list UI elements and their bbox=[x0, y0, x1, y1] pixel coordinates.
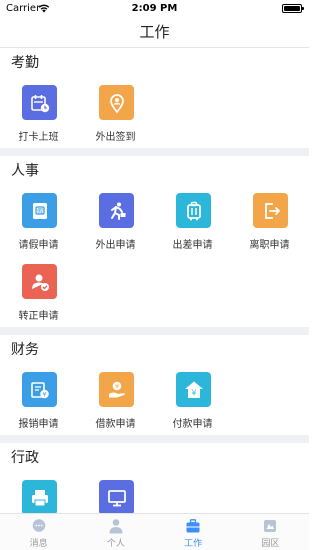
exit-door-icon bbox=[253, 193, 288, 228]
leave-form-icon: 假 bbox=[22, 193, 57, 228]
navigation-bar: 工作 bbox=[0, 18, 309, 48]
app-item[interactable]: 转正申请 bbox=[0, 256, 77, 327]
tab-label: 个人 bbox=[106, 539, 125, 549]
monitor-icon bbox=[99, 480, 134, 513]
app-item[interactable]: 打卡上班 bbox=[0, 77, 77, 148]
svg-text:¥: ¥ bbox=[115, 383, 119, 390]
status-bar: Carrier 2:09 PM bbox=[0, 0, 309, 18]
app-item-label: 请假申请 bbox=[18, 240, 59, 251]
section-title: 人事 bbox=[11, 163, 39, 179]
app-item[interactable]: ¥ 报销申请 bbox=[0, 364, 77, 435]
svg-text:假: 假 bbox=[36, 207, 42, 215]
app-item-label: 转正申请 bbox=[18, 311, 59, 322]
section-title: 考勤 bbox=[11, 55, 39, 71]
running-person-icon bbox=[99, 193, 134, 228]
person-icon bbox=[109, 519, 123, 534]
receipt-icon: ¥ bbox=[22, 372, 57, 407]
section-title: 财务 bbox=[11, 342, 39, 358]
location-pin-icon bbox=[99, 85, 134, 120]
app-item[interactable]: 外出申请 bbox=[77, 185, 154, 256]
section-divider bbox=[0, 148, 309, 156]
app-item-label: 打卡上班 bbox=[18, 132, 59, 143]
app-item-label: 付款申请 bbox=[172, 419, 213, 430]
calendar-clock-icon bbox=[22, 85, 57, 120]
user-check-icon bbox=[22, 264, 57, 299]
briefcase-icon bbox=[186, 519, 200, 533]
section-divider bbox=[0, 435, 309, 443]
app-item-label: 出差申请 bbox=[172, 240, 213, 251]
section-title: 行政 bbox=[11, 450, 39, 466]
app-item-label: 借款申请 bbox=[95, 419, 136, 430]
hand-coin-icon: ¥ bbox=[99, 372, 134, 407]
chat-bubble-icon bbox=[32, 519, 45, 532]
app-item[interactable]: ¥ 借款申请 bbox=[77, 364, 154, 435]
app-item[interactable] bbox=[77, 472, 154, 513]
app-item-label: 离职申请 bbox=[249, 240, 290, 251]
tab-label: 园区 bbox=[261, 539, 280, 549]
section-grid: 打卡上班 外出签到 bbox=[0, 77, 309, 148]
app-item-label: 外出签到 bbox=[95, 132, 136, 143]
app-item[interactable]: 出差申请 bbox=[154, 185, 231, 256]
section-divider bbox=[0, 327, 309, 335]
app-item[interactable]: 离职申请 bbox=[231, 185, 308, 256]
app-item[interactable] bbox=[0, 472, 77, 513]
app-item-label: 报销申请 bbox=[18, 419, 59, 430]
tab-label: 工作 bbox=[184, 539, 203, 549]
section-grid: ¥ 报销申请 ¥ 借款申请 ¥ 付款申请 bbox=[0, 364, 309, 435]
battery-icon bbox=[282, 4, 304, 13]
svg-text:¥: ¥ bbox=[191, 388, 196, 397]
yen-house-icon: ¥ bbox=[176, 372, 211, 407]
svg-text:¥: ¥ bbox=[42, 391, 46, 398]
app-item[interactable]: ¥ 付款申请 bbox=[154, 364, 231, 435]
app-item-label: 外出申请 bbox=[95, 240, 136, 251]
section-grid bbox=[0, 472, 309, 513]
tab-label: 消息 bbox=[29, 539, 48, 549]
tab-item[interactable]: 工作 bbox=[155, 514, 232, 550]
tab-item[interactable]: 消息 bbox=[0, 514, 77, 550]
tab-item[interactable]: 园区 bbox=[232, 514, 309, 550]
tab-item[interactable]: 个人 bbox=[77, 514, 154, 550]
work-content[interactable]: 考勤 打卡上班 外出签到 人事假请假申请 外出申请 出差申请 离职申请 转正申请 财务 ¥ 报销申请… bbox=[0, 48, 309, 513]
suitcase-icon bbox=[176, 193, 211, 228]
park-icon bbox=[264, 520, 277, 532]
app-item[interactable]: 外出签到 bbox=[77, 77, 154, 148]
clock: 2:09 PM bbox=[131, 3, 178, 14]
printer-icon bbox=[22, 480, 57, 513]
page-title: 工作 bbox=[139, 23, 170, 41]
app-item[interactable]: 假请假申请 bbox=[0, 185, 77, 256]
tab-bar: 消息 个人 工作 园区 bbox=[0, 513, 309, 550]
section-grid: 假请假申请 外出申请 出差申请 离职申请 转正申请 bbox=[0, 185, 309, 327]
